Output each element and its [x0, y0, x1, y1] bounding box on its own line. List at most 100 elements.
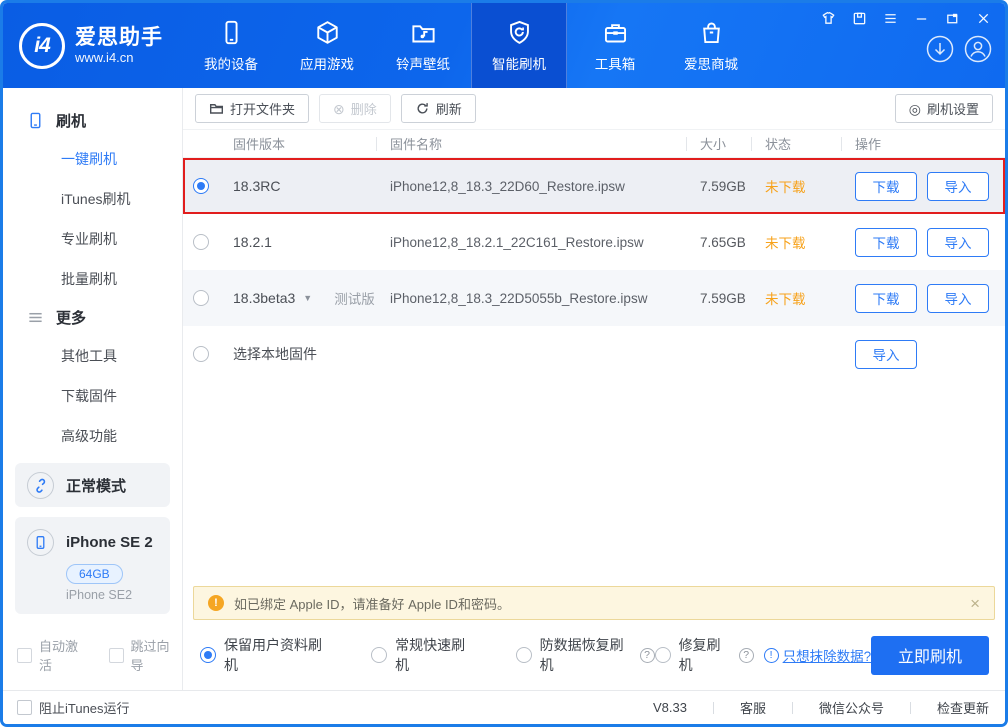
firmware-row-18-2-1[interactable]: 18.2.1 iPhone12,8_18.2.1_22C161_Restore.… [183, 214, 1005, 270]
import-button[interactable]: 导入 [927, 172, 989, 201]
nav-ringtones-wallpapers[interactable]: 铃声壁纸 [375, 3, 471, 88]
radio-selected[interactable] [193, 178, 209, 194]
maximize-icon[interactable] [945, 11, 960, 26]
sidebar-item-one-click-flash[interactable]: 一键刷机 [3, 139, 182, 179]
radio-selected[interactable] [200, 647, 216, 663]
phone-icon [27, 112, 44, 129]
checkbox-icon [109, 648, 124, 663]
radio-unselected[interactable] [193, 234, 209, 250]
brand-site: www.i4.cn [75, 50, 163, 65]
auto-activate-checkbox[interactable]: 自动激活 [17, 636, 91, 674]
header-right-controls [821, 11, 995, 64]
toolbox-icon [602, 19, 629, 46]
user-account-icon[interactable] [963, 34, 993, 64]
firmware-row-18-3beta3[interactable]: 18.3beta3 ▼ 测试版 iPhone12,8_18.3_22D5055b… [183, 270, 1005, 326]
top-header: i4 爱思助手 www.i4.cn 我的设备 应用游戏 铃声壁纸 智能刷机 [3, 3, 1005, 88]
wechat-official-link[interactable]: 微信公众号 [819, 698, 884, 717]
minimize-icon[interactable] [914, 11, 929, 26]
notice-close-icon[interactable]: × [970, 595, 980, 612]
nav-apps-games[interactable]: 应用游戏 [279, 3, 375, 88]
menu-icon[interactable] [883, 11, 898, 26]
shopping-bag-icon [698, 19, 725, 46]
sidebar-group-flash[interactable]: 刷机 [3, 102, 182, 139]
device-capacity-badge: 64GB [66, 564, 123, 584]
import-button[interactable]: 导入 [927, 228, 989, 257]
download-button[interactable]: 下载 [855, 172, 917, 201]
erase-data-link[interactable]: 只想抹除数据? [783, 645, 872, 665]
option-keep-user-data[interactable]: 保留用户资料刷机 [200, 635, 329, 675]
firmware-toolbar: 打开文件夹 ⊗ 删除 刷新 ◎ 刷机设置 [183, 88, 1005, 130]
radio-unselected[interactable] [371, 647, 387, 663]
app-window: i4 爱思助手 www.i4.cn 我的设备 应用游戏 铃声壁纸 智能刷机 [0, 0, 1008, 727]
open-folder-button[interactable]: 打开文件夹 [195, 94, 309, 123]
sidebar-item-pro-flash[interactable]: 专业刷机 [3, 219, 182, 259]
status-bar: 阻止iTunes运行 V8.33 客服 微信公众号 检查更新 [3, 690, 1005, 724]
brand-name: 爱思助手 [75, 26, 163, 50]
music-folder-icon [410, 19, 437, 46]
radio-unselected[interactable] [655, 647, 671, 663]
firmware-row-local[interactable]: 选择本地固件 导入 [183, 326, 1005, 382]
divider [910, 702, 911, 714]
nav-my-device[interactable]: 我的设备 [183, 3, 279, 88]
button-label: 打开文件夹 [230, 99, 295, 118]
delete-button[interactable]: ⊗ 删除 [319, 94, 391, 123]
close-icon[interactable] [976, 11, 991, 26]
sidebar-group-more[interactable]: 更多 [3, 299, 182, 336]
nav-smart-flash[interactable]: 智能刷机 [471, 3, 567, 88]
option-label: 保留用户资料刷机 [224, 635, 329, 675]
import-button[interactable]: 导入 [927, 284, 989, 313]
header-quick-actions [925, 34, 995, 64]
nav-store[interactable]: 爱思商城 [663, 3, 759, 88]
option-repair-flash[interactable]: 修复刷机 [655, 635, 731, 675]
flash-settings-button[interactable]: ◎ 刷机设置 [895, 94, 993, 123]
block-itunes-checkbox[interactable]: 阻止iTunes运行 [17, 698, 183, 717]
device-phone-icon [27, 529, 54, 556]
app-version: V8.33 [653, 700, 687, 715]
radio-unselected[interactable] [193, 346, 209, 362]
help-icon[interactable]: ? [640, 648, 655, 663]
customer-service-link[interactable]: 客服 [740, 698, 766, 717]
sidebar-item-other-tools[interactable]: 其他工具 [3, 336, 182, 376]
version-dropdown-icon[interactable]: ▼ [303, 293, 312, 303]
sidebar-item-batch-flash[interactable]: 批量刷机 [3, 259, 182, 299]
radio-unselected[interactable] [516, 647, 532, 663]
download-button[interactable]: 下载 [855, 284, 917, 313]
delete-icon: ⊗ [333, 102, 345, 116]
checkbox-label: 阻止iTunes运行 [39, 698, 130, 717]
nav-toolbox[interactable]: 工具箱 [567, 3, 663, 88]
theme-skin-icon[interactable] [821, 11, 836, 26]
feedback-icon[interactable] [852, 11, 867, 26]
option-label: 常规快速刷机 [395, 635, 474, 675]
firmware-name: iPhone12,8_18.3_22D5055b_Restore.ipsw [390, 291, 700, 306]
column-name: 固件名称 [390, 134, 700, 153]
firmware-name: iPhone12,8_18.3_22D60_Restore.ipsw [390, 179, 700, 194]
download-button[interactable]: 下载 [855, 228, 917, 257]
mode-label: 正常模式 [66, 475, 126, 496]
check-update-link[interactable]: 检查更新 [937, 698, 989, 717]
app-logo[interactable]: i4 爱思助手 www.i4.cn [3, 3, 183, 88]
skip-setup-checkbox[interactable]: 跳过向导 [109, 636, 183, 674]
import-button[interactable]: 导入 [855, 340, 917, 369]
apple-id-notice: ! 如已绑定 Apple ID，请准备好 Apple ID和密码。 × [193, 586, 995, 620]
firmware-status: 未下载 [765, 176, 855, 196]
device-mode-card[interactable]: 正常模式 [15, 463, 170, 507]
help-icon[interactable]: ? [739, 648, 754, 663]
column-size: 大小 [700, 134, 765, 153]
download-manager-icon[interactable] [925, 34, 955, 64]
option-anti-recovery-flash[interactable]: 防数据恢复刷机 [516, 635, 632, 675]
settings-gear-icon: ◎ [909, 102, 921, 116]
sidebar-item-download-firmware[interactable]: 下载固件 [3, 376, 182, 416]
checkbox-icon [17, 700, 32, 715]
option-normal-flash[interactable]: 常规快速刷机 [371, 635, 474, 675]
radio-unselected[interactable] [193, 290, 209, 306]
hamburger-icon [27, 309, 44, 326]
refresh-button[interactable]: 刷新 [401, 94, 476, 123]
warning-icon: ! [208, 595, 224, 611]
button-label: 刷新 [436, 99, 462, 118]
sidebar-item-itunes-flash[interactable]: iTunes刷机 [3, 179, 182, 219]
sidebar-item-advanced[interactable]: 高级功能 [3, 416, 182, 456]
firmware-status: 未下载 [765, 232, 855, 252]
top-nav: 我的设备 应用游戏 铃声壁纸 智能刷机 工具箱 爱思商城 [183, 3, 759, 88]
flash-now-button[interactable]: 立即刷机 [871, 636, 989, 675]
firmware-row-18-3rc[interactable]: 18.3RC iPhone12,8_18.3_22D60_Restore.ips… [183, 158, 1005, 214]
